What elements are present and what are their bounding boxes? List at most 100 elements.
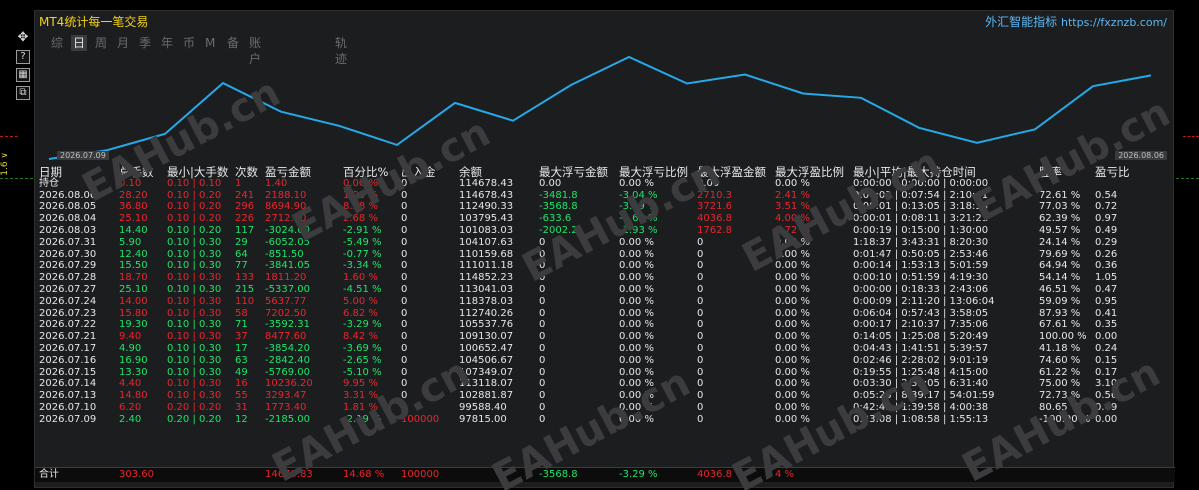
cell-maxfpp: 0.00 % (775, 390, 810, 402)
table-row: 2026.07.15 13.30 0.10 | 0.30 49 -5769.00 -5.1… (35, 367, 1175, 379)
cell-flow: 0 (401, 295, 408, 307)
cell-maxflp: 0.00 % (619, 413, 654, 425)
cell-lots: 15.50 (119, 260, 148, 272)
tab-3[interactable]: 月 (115, 35, 131, 51)
cell-maxfl: 最大浮亏金额 (539, 165, 608, 179)
cell-maxflp: -3.29 % (619, 201, 658, 213)
cell-rr: 0.17 (1095, 366, 1118, 378)
cell-pct: -3.69 % (343, 342, 382, 354)
cell-maxflp: 0.00 % (619, 295, 654, 307)
brand[interactable]: 外汇智能指标 https://fxznzb.com/ (985, 13, 1167, 30)
cell-pct: 3.31 % (343, 390, 378, 402)
cell-date: 2026.07.22 (39, 319, 97, 331)
total-maxfp: 4036.8 (697, 469, 732, 480)
cell-balance: 113041.03 (459, 283, 514, 295)
tab-2[interactable]: 周 (93, 35, 109, 51)
cell-pnl: 5637.77 (265, 295, 307, 307)
cell-maxfp: 3721.6 (697, 201, 732, 213)
cell-maxfl: 0 (539, 295, 546, 307)
cell-balance: 114678.43 (459, 177, 514, 189)
cell-balance: 107349.07 (459, 366, 514, 378)
cell-count: 296 (235, 201, 255, 213)
table-row: 2026.07.17 4.90 0.10 | 0.30 17 -3854.20 -3.69… (35, 343, 1175, 355)
cell-date: 2026.07.24 (39, 295, 97, 307)
graph-start-date: 2026.07.09 (57, 151, 109, 160)
cell-win: 46.51 % (1039, 283, 1081, 295)
cell-maxflp: 0.00 % (619, 272, 654, 284)
cell-count: 110 (235, 295, 255, 307)
cell-date: 2026.07.29 (39, 260, 97, 272)
cell-time: 0:00:01 | 0:08:11 | 3:21:21 (853, 213, 989, 225)
tab-9[interactable]: 账户 (247, 35, 263, 66)
total-maxfpp: 4 % (775, 469, 795, 480)
cell-time: 0:00:00 | 0:00:00 | 0:00:00 (853, 177, 989, 189)
cell-rr: 0.47 (1095, 283, 1118, 295)
cell-time: 0:00:14 | 1:53:13 | 5:01:59 (853, 260, 989, 272)
cell-pct: 1.81 % (343, 401, 378, 413)
cell-rr: 3.10 (1095, 378, 1118, 390)
cell-time: 0:01:47 | 0:50:05 | 2:53:46 (853, 248, 989, 260)
cell-count: 241 (235, 189, 255, 201)
total-flow: 100000 (401, 469, 440, 480)
cell-lots: 19.30 (119, 319, 148, 331)
cell-maxfp: 0 (697, 236, 704, 248)
cell-date: 2026.07.28 (39, 272, 97, 284)
cell-maxfp: 0 (697, 413, 704, 425)
move-icon[interactable]: ✥ (16, 31, 30, 46)
cell-balance: 118378.03 (459, 295, 514, 307)
brand-url[interactable]: https://fxznzb.com/ (1061, 16, 1167, 29)
cell-maxfpp: 最大浮盈比例 (775, 165, 844, 179)
cell-pct: 8.42 % (343, 331, 378, 343)
cell-pnl: 1811.20 (265, 272, 307, 284)
cell-pnl: -5769.00 (265, 366, 310, 378)
cell-minmax: 0.10 | 0.30 (167, 390, 222, 402)
table-row: 2026.07.13 14.80 0.10 | 0.30 55 3293.47 3.31 … (35, 390, 1175, 402)
cell-flow: 0 (401, 342, 408, 354)
cell-maxfp: 0 (697, 295, 704, 307)
cell-pct: -3.34 % (343, 260, 382, 272)
cell-win: 61.22 % (1039, 366, 1081, 378)
tab-1[interactable]: 日 (71, 35, 88, 51)
cell-count: 64 (235, 248, 248, 260)
cell-flow: 0 (401, 354, 408, 366)
cell-win: 64.94 % (1039, 260, 1081, 272)
cell-date: 2026.07.14 (39, 378, 97, 390)
tab-0[interactable]: 综 (49, 35, 65, 51)
cell-maxflp: 0.00 % (619, 283, 654, 295)
cell-maxfpp: 0.00 % (775, 366, 810, 378)
panel-title: MT4统计每一笔交易 (39, 15, 149, 29)
cell-date: 日期 (39, 165, 62, 179)
cell-pnl: -851.50 (265, 248, 304, 260)
window-icon[interactable]: ⧉ (16, 86, 30, 100)
cell-flow: 0 (401, 177, 408, 189)
cell-time: 最小|平均|最大持仓时间 (853, 165, 976, 179)
cell-pct: 8.38 % (343, 201, 378, 213)
cell-time: 0:23:08 | 1:08:58 | 1:55:13 (853, 413, 989, 425)
tab-5[interactable]: 年 (159, 35, 175, 51)
cell-pnl: 2188.10 (265, 189, 307, 201)
cell-count: 226 (235, 213, 255, 225)
tab-8[interactable]: 备 (225, 35, 241, 51)
level-line (1183, 136, 1199, 137)
cell-time: 0:00:03 | 0:07:54 | 2:10:41 (853, 189, 989, 201)
tab-10[interactable]: 轨迹 (333, 35, 349, 66)
table-row: 2026.07.27 25.10 0.10 | 0.30 215 -5337.00 -4.… (35, 284, 1175, 296)
tab-7[interactable]: M (203, 35, 217, 51)
tab-6[interactable]: 币 (181, 35, 197, 51)
table-row: 2026.07.22 19.30 0.10 | 0.30 71 -3592.31 -3.2… (35, 319, 1175, 331)
cell-maxfl: 0 (539, 366, 546, 378)
cell-maxfp: 0 (697, 366, 704, 378)
cell-win: 87.93 % (1039, 307, 1081, 319)
help-icon[interactable]: ? (16, 50, 30, 64)
cell-maxfpp: 0.00 % (775, 307, 810, 319)
cell-win: 100.00 % (1039, 331, 1087, 343)
grid-icon[interactable]: ▦ (16, 68, 30, 82)
tab-4[interactable]: 季 (137, 35, 153, 51)
cell-balance: 102881.87 (459, 390, 514, 402)
cell-pct: -3.29 % (343, 319, 382, 331)
cell-maxfl: -3481.8 (539, 189, 578, 201)
cell-pct: 6.82 % (343, 307, 378, 319)
cell-pct: 5.00 % (343, 295, 378, 307)
cell-rr: 0.29 (1095, 236, 1118, 248)
cell-maxfl: 0 (539, 319, 546, 331)
